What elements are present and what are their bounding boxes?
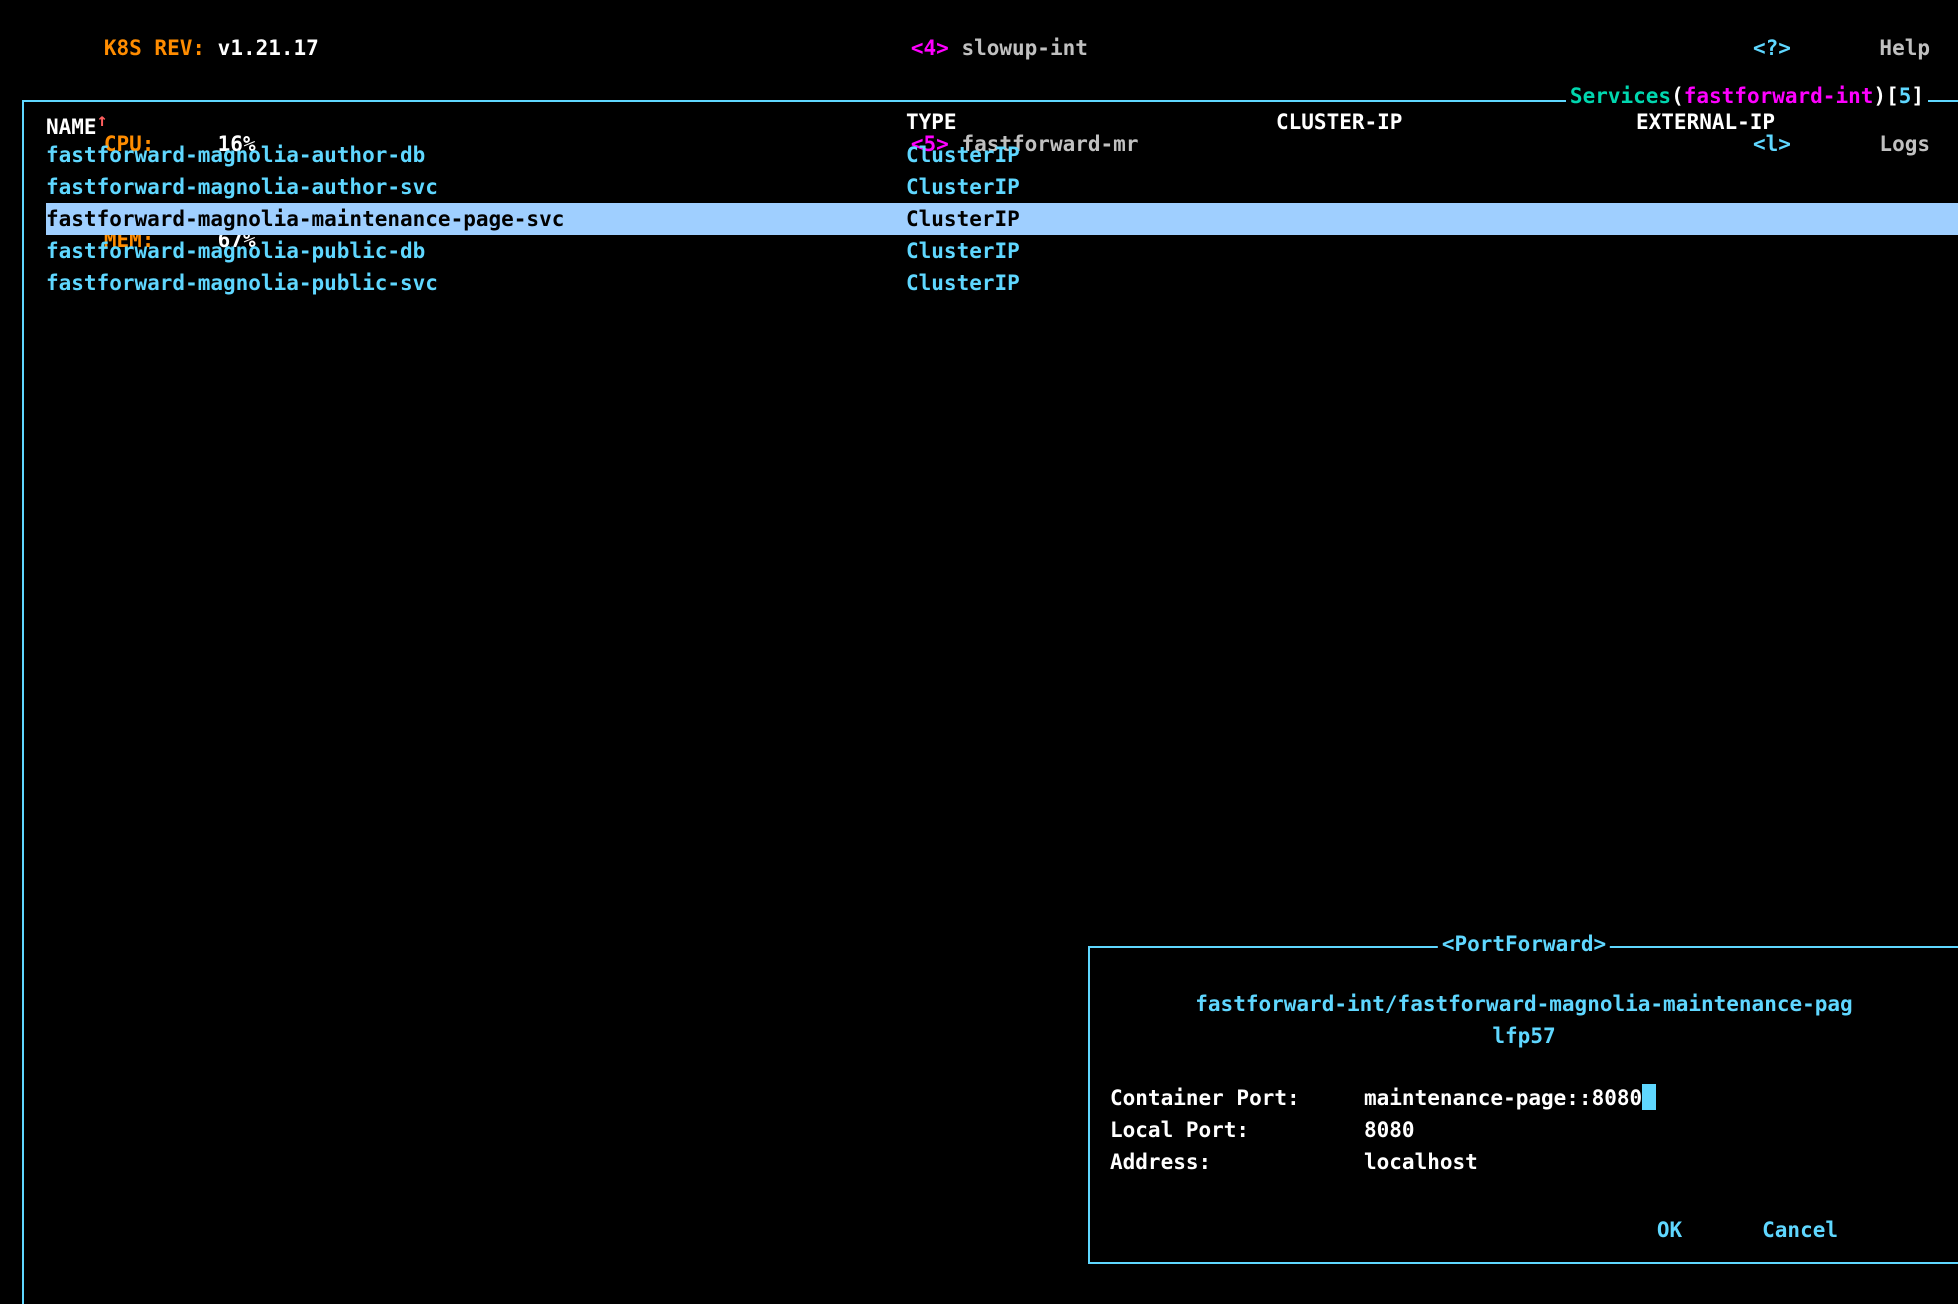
address-input[interactable]: localhost [1364, 1146, 1478, 1178]
dialog-subtitle-line2: lfp57 [1110, 1020, 1938, 1052]
address-label: Address: [1110, 1146, 1364, 1178]
service-name: fastforward-magnolia-author-db [46, 139, 906, 171]
table-row[interactable]: fastforward-magnolia-public-svc ClusterI… [46, 267, 1958, 299]
table-row[interactable]: fastforward-magnolia-author-db ClusterIP [46, 139, 1958, 171]
service-type: ClusterIP [906, 267, 1276, 299]
dialog-title: <PortForward> [1438, 932, 1610, 956]
hotkey-help-label: Help [1879, 36, 1930, 60]
service-name: fastforward-magnolia-public-db [46, 235, 906, 267]
sort-arrow-icon: ↑ [97, 110, 108, 131]
panel-title-context: fastforward-int [1684, 84, 1874, 108]
col-header-externalip[interactable]: EXTERNAL-IP [1636, 110, 1958, 139]
k8s-rev-value: v1.21.17 [218, 36, 319, 60]
table-header: NAME↑ TYPE CLUSTER-IP EXTERNAL-IP [24, 110, 1958, 139]
service-name: fastforward-magnolia-maintenance-page-sv… [46, 203, 906, 235]
dialog-subtitle-line1: fastforward-int/fastforward-magnolia-mai… [1110, 988, 1938, 1020]
container-port-label: Container Port: [1110, 1082, 1364, 1114]
service-type: ClusterIP [906, 235, 1276, 267]
service-name: fastforward-magnolia-public-svc [46, 267, 906, 299]
k8s-rev-label: K8S REV: [104, 36, 205, 60]
local-port-field: Local Port: 8080 [1110, 1114, 1938, 1146]
ok-button[interactable]: OK [1657, 1218, 1682, 1242]
service-name: fastforward-magnolia-author-svc [46, 171, 906, 203]
local-port-input[interactable]: 8080 [1364, 1114, 1415, 1146]
service-type: ClusterIP [906, 203, 1276, 235]
panel-title-services: Services [1570, 84, 1671, 108]
cursor-icon [1642, 1084, 1656, 1110]
panel-title-count: 5 [1899, 84, 1912, 108]
table-row[interactable]: fastforward-magnolia-public-db ClusterIP [46, 235, 1958, 267]
service-type: ClusterIP [906, 139, 1276, 171]
port-forward-dialog: <PortForward> fastforward-int/fastforwar… [1088, 946, 1958, 1264]
col-header-type[interactable]: TYPE [906, 110, 1276, 139]
cancel-button[interactable]: Cancel [1762, 1218, 1838, 1242]
col-header-clusterip[interactable]: CLUSTER-IP [1276, 110, 1636, 139]
table-row[interactable]: fastforward-magnolia-maintenance-page-sv… [46, 203, 1958, 235]
hotkey-4-key: <4> [911, 36, 949, 60]
table-row[interactable]: fastforward-magnolia-author-svc ClusterI… [46, 171, 1958, 203]
container-port-input[interactable]: maintenance-page::8080 [1364, 1082, 1656, 1114]
service-type: ClusterIP [906, 171, 1276, 203]
hotkey-help-key: <?> [1753, 36, 1791, 60]
col-header-name[interactable]: NAME [46, 115, 97, 139]
container-port-field: Container Port: maintenance-page::8080 [1110, 1082, 1938, 1114]
hotkey-4-label: slowup-int [961, 36, 1087, 60]
address-field: Address: localhost [1110, 1146, 1938, 1178]
table-body: fastforward-magnolia-author-db ClusterIP… [24, 139, 1958, 299]
local-port-label: Local Port: [1110, 1114, 1364, 1146]
panel-title: Services(fastforward-int)[5] [1566, 84, 1928, 108]
dialog-subtitle: fastforward-int/fastforward-magnolia-mai… [1110, 988, 1938, 1052]
